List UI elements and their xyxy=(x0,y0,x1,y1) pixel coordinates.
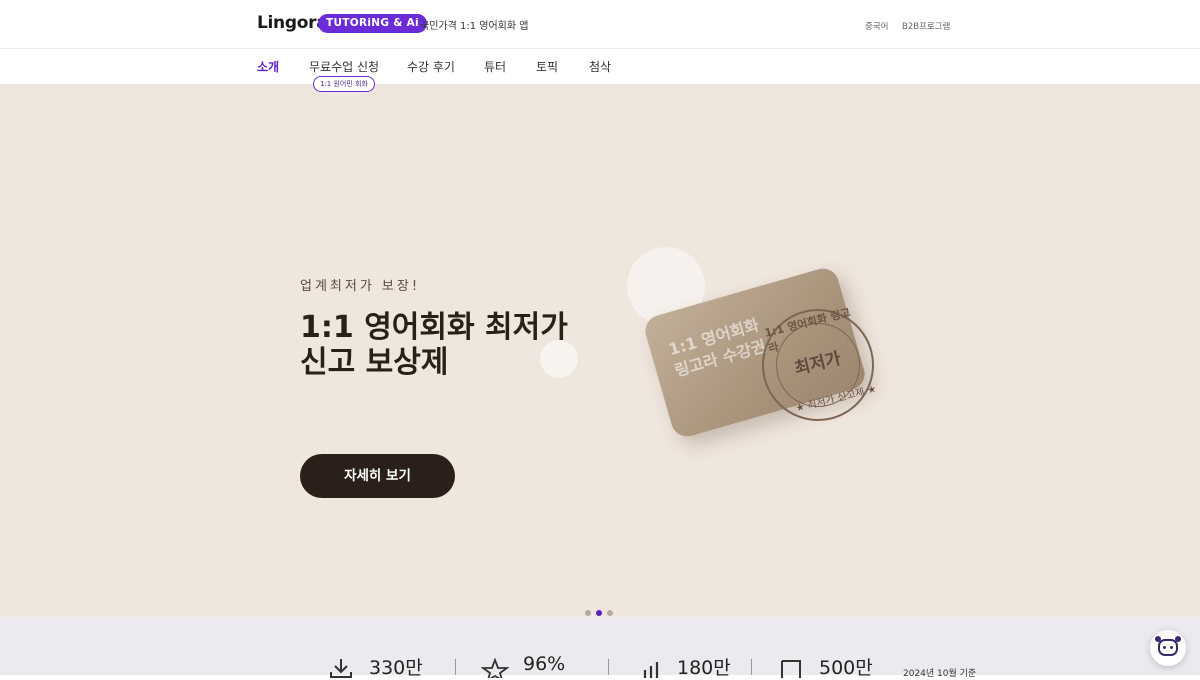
nav-item-correction[interactable]: 첨삭 xyxy=(589,58,611,75)
free-class-sub-badge: 1:1 원어민 회화 xyxy=(313,76,375,92)
hero-banner: 업계최저가 보장! 1:1 영어회화 최저가 신고 보상제 자세히 보기 1:1… xyxy=(0,85,1200,617)
top-header: Lingora TUTORiNG & Ai 국민가격 1:1 영어회화 앱 중국… xyxy=(0,0,1200,49)
nav-item-intro[interactable]: 소개 xyxy=(257,58,279,75)
main-nav: 소개 무료수업 신청 수강 후기 튜터 토픽 첨삭 xyxy=(0,49,1200,85)
nav-item-free-class[interactable]: 무료수업 신청 xyxy=(309,58,379,75)
stats-bar: 330만 96% 180만 500만 2024년 10월 기준 xyxy=(0,617,1200,679)
chatbot-face-icon xyxy=(1155,636,1178,656)
carousel-dot-3[interactable] xyxy=(607,610,613,616)
hero-kicker: 업계최저가 보장! xyxy=(300,279,421,294)
hero-title: 1:1 영어회화 최저가 신고 보상제 xyxy=(300,310,568,380)
chatbot-button[interactable] xyxy=(1150,630,1186,666)
chart-icon xyxy=(643,662,659,678)
download-icon xyxy=(330,659,352,678)
carousel-dots xyxy=(585,601,618,617)
header-tagline: 국민가격 1:1 영어회화 앱 xyxy=(420,21,529,32)
stat-divider xyxy=(608,659,609,675)
stat-satisfaction-value: 96% xyxy=(523,653,566,675)
nav-item-reviews[interactable]: 수강 후기 xyxy=(407,58,455,75)
chinese-link[interactable]: 중국어 xyxy=(865,20,888,32)
see-more-button[interactable]: 자세히 보기 xyxy=(300,454,455,498)
stat-users-value: 500만 xyxy=(819,657,873,679)
nav-item-topics[interactable]: 토픽 xyxy=(536,58,558,75)
stat-downloads-value: 330만 xyxy=(369,657,423,679)
carousel-dot-1[interactable] xyxy=(585,610,591,616)
voucher-card-text: 1:1 영어회화 링고라 수강권 xyxy=(666,315,768,381)
tutoring-ai-badge: TUTORiNG & Ai xyxy=(318,14,427,33)
stat-divider xyxy=(751,659,752,675)
star-icon xyxy=(481,658,509,678)
carousel-dot-2[interactable] xyxy=(596,610,602,616)
stats-date-note: 2024년 10월 기준 xyxy=(903,669,977,679)
stat-lessons-value: 180만 xyxy=(677,657,731,679)
nav-item-tutors[interactable]: 튜터 xyxy=(484,58,506,75)
b2b-program-link[interactable]: B2B프로그램 xyxy=(902,20,950,32)
stat-divider xyxy=(455,659,456,675)
document-icon xyxy=(781,660,801,678)
logo[interactable]: Lingora xyxy=(257,13,328,33)
